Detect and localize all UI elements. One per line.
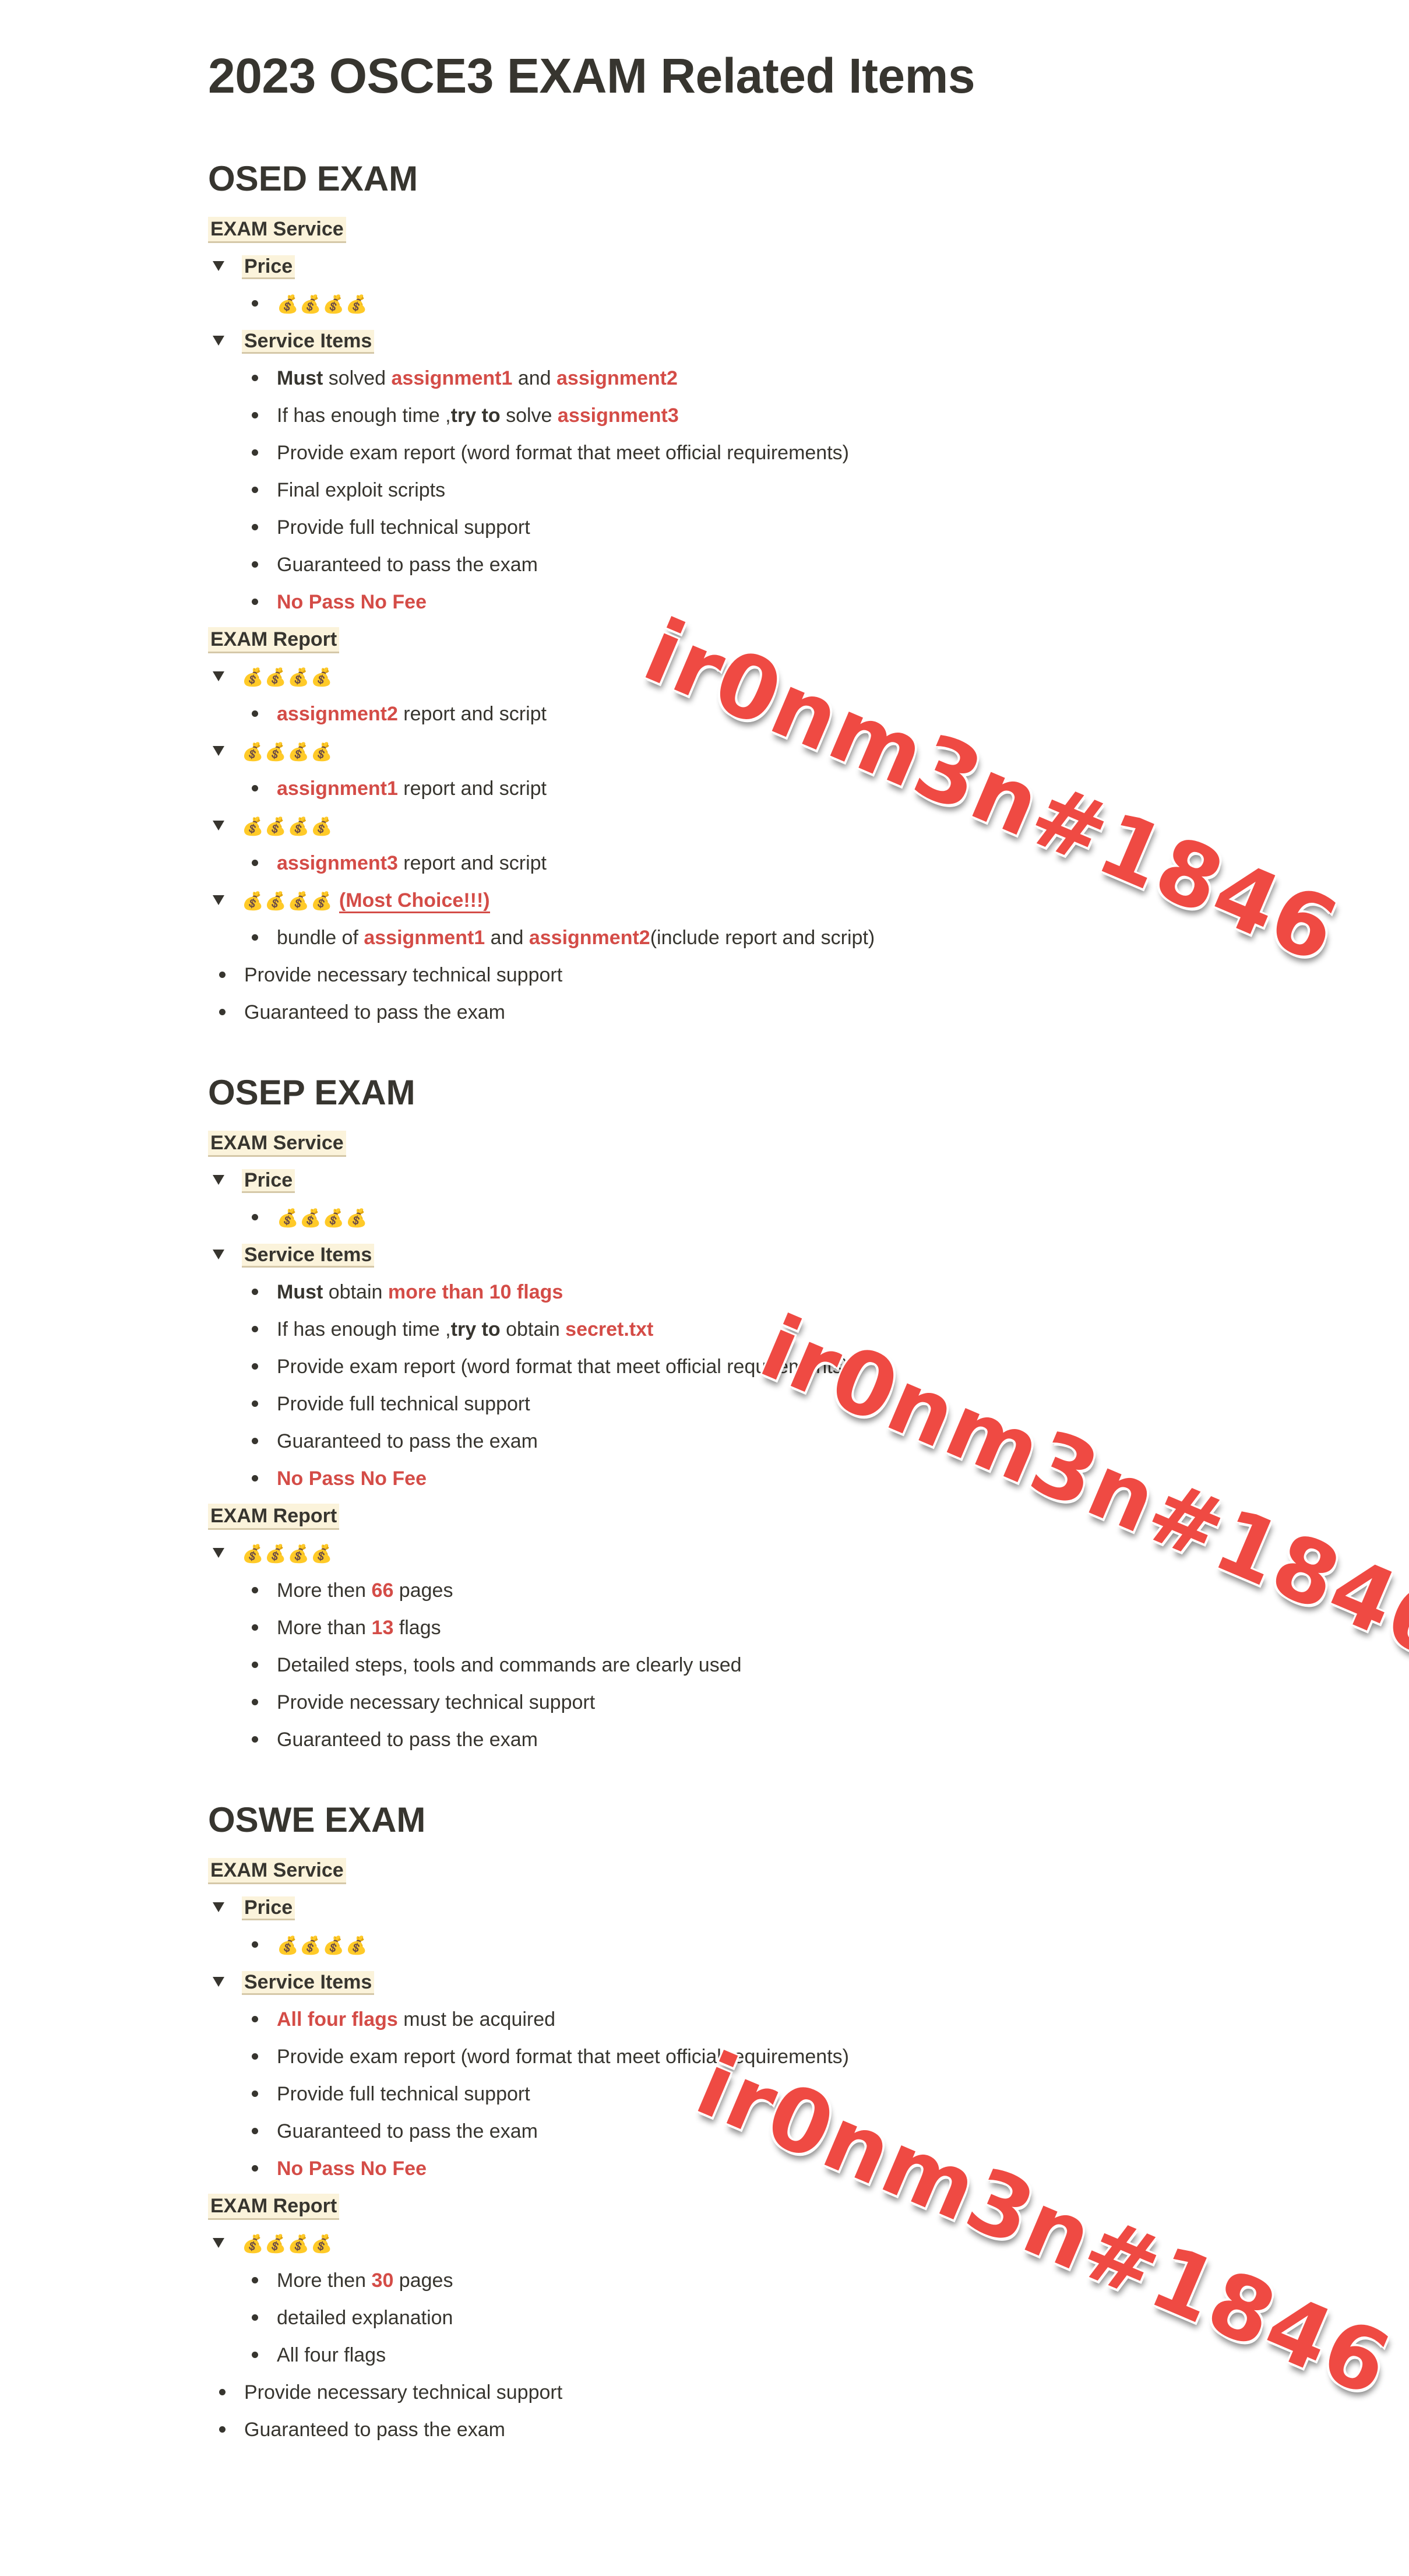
oswe-service-items-toggle[interactable]: Service Items	[213, 1970, 375, 1995]
osed-heading: OSED EXAM	[208, 159, 418, 198]
money-bag-icon: 💰💰💰💰	[277, 1209, 369, 1228]
list-item: 💰💰💰💰	[252, 1205, 368, 1231]
list-item: Provide full technical support	[252, 1392, 530, 1416]
list-item: assignment3 report and script	[252, 851, 547, 875]
osed-exam-service-tag: EXAM Service	[208, 217, 346, 243]
osep-exam-report-tag: EXAM Report	[208, 1504, 340, 1530]
list-item: More then 66 pages	[252, 1578, 453, 1603]
toggle-triangle-icon[interactable]	[213, 671, 224, 681]
list-item: detailed explanation	[252, 2306, 453, 2330]
money-bag-icon: 💰💰💰💰	[242, 668, 334, 687]
money-bag-icon: 💰💰💰💰	[242, 742, 334, 762]
toggle-triangle-icon[interactable]	[213, 1249, 224, 1259]
list-item: More then 30 pages	[252, 2268, 453, 2293]
list-item: All four flags	[252, 2343, 386, 2367]
toggle-triangle-icon[interactable]	[213, 2237, 224, 2248]
list-item: Detailed steps, tools and commands are c…	[252, 1653, 742, 1677]
toggle-triangle-icon[interactable]	[213, 1174, 224, 1185]
money-bag-icon: 💰💰💰💰	[242, 2234, 334, 2254]
osed-service-items-toggle[interactable]: Service Items	[213, 329, 375, 354]
most-choice-label: (Most Choice!!!)	[339, 889, 490, 913]
osep-heading: OSEP EXAM	[208, 1073, 415, 1112]
list-item: Provide full technical support	[252, 2082, 530, 2106]
osed-report-option-2-toggle[interactable]: 💰💰💰💰	[213, 739, 333, 765]
oswe-price-label: Price	[242, 1896, 295, 1920]
list-item: All four flags must be acquired	[252, 2007, 555, 2032]
toggle-triangle-icon[interactable]	[213, 745, 224, 756]
list-item: Provide full technical support	[252, 515, 530, 540]
document-page: 2023 OSCE3 EXAM Related Items OSED EXAM …	[0, 0, 1409, 2576]
list-item: Final exploit scripts	[252, 478, 445, 502]
osep-price-toggle[interactable]: Price	[213, 1168, 295, 1193]
list-item: Provide exam report (word format that me…	[252, 441, 849, 465]
list-item: Provide necessary technical support	[219, 2380, 562, 2405]
money-bag-icon: 💰💰💰💰	[242, 1544, 334, 1564]
list-item: Guaranteed to pass the exam	[219, 2417, 505, 2442]
toggle-triangle-icon[interactable]	[213, 261, 224, 271]
osed-service-items-label: Service Items	[242, 330, 375, 354]
list-item: If has enough time ,try to obtain secret…	[252, 1317, 653, 1342]
osep-service-items-label: Service Items	[242, 1244, 375, 1268]
list-item: Must obtain more than 10 flags	[252, 1280, 563, 1304]
oswe-service-items-label: Service Items	[242, 1971, 375, 1995]
oswe-report-option-toggle[interactable]: 💰💰💰💰	[213, 2231, 333, 2257]
oswe-price-toggle[interactable]: Price	[213, 1895, 295, 1920]
list-item: No Pass No Fee	[252, 1466, 427, 1491]
money-bag-icon: 💰💰💰💰	[277, 1936, 369, 1955]
money-bag-icon: 💰💰💰💰	[242, 817, 334, 836]
list-item: Guaranteed to pass the exam	[252, 1727, 538, 1752]
osep-report-option-toggle[interactable]: 💰💰💰💰	[213, 1541, 333, 1567]
toggle-triangle-icon[interactable]	[213, 895, 224, 905]
list-item: 💰💰💰💰	[252, 291, 368, 317]
list-item: assignment2 report and script	[252, 702, 547, 726]
oswe-heading: OSWE EXAM	[208, 1800, 426, 1839]
money-bag-icon: 💰💰💰💰	[277, 295, 369, 314]
list-item: assignment1 report and script	[252, 776, 547, 801]
osep-price-label: Price	[242, 1169, 295, 1193]
osep-service-items-toggle[interactable]: Service Items	[213, 1243, 375, 1268]
osep-exam-service-tag: EXAM Service	[208, 1131, 346, 1157]
list-item: No Pass No Fee	[252, 590, 427, 614]
list-item: Provide necessary technical support	[252, 1690, 595, 1715]
toggle-triangle-icon[interactable]	[213, 1902, 224, 1912]
list-item: Guaranteed to pass the exam	[252, 552, 538, 577]
list-item: If has enough time ,try to solve assignm…	[252, 403, 679, 428]
osed-price-toggle[interactable]: Price	[213, 254, 295, 279]
osed-report-option-1-toggle[interactable]: 💰💰💰💰	[213, 664, 333, 690]
list-item: Guaranteed to pass the exam	[219, 1000, 505, 1025]
toggle-triangle-icon[interactable]	[213, 820, 224, 830]
list-item: Guaranteed to pass the exam	[252, 1429, 538, 1454]
toggle-triangle-icon[interactable]	[213, 1976, 224, 1987]
list-item: Must solved assignment1 and assignment2	[252, 366, 678, 390]
osed-report-option-4-toggle[interactable]: 💰💰💰💰 (Most Choice!!!)	[213, 888, 490, 914]
osed-report-option-3-toggle[interactable]: 💰💰💰💰	[213, 814, 333, 839]
oswe-exam-report-tag: EXAM Report	[208, 2194, 340, 2220]
toggle-triangle-icon[interactable]	[213, 335, 224, 346]
osed-price-label: Price	[242, 255, 295, 279]
watermark: ir0nm3n#1846	[747, 1297, 1409, 1680]
oswe-exam-service-tag: EXAM Service	[208, 1858, 346, 1884]
list-item: More than 13 flags	[252, 1616, 441, 1640]
list-item: Provide necessary technical support	[219, 963, 562, 987]
page-title: 2023 OSCE3 EXAM Related Items	[208, 48, 975, 103]
watermark: ir0nm3n#1846	[683, 2034, 1405, 2417]
osed-exam-report-tag: EXAM Report	[208, 627, 340, 653]
list-item: bundle of assignment1 and assignment2(in…	[252, 925, 875, 950]
toggle-triangle-icon[interactable]	[213, 1547, 224, 1558]
money-bag-icon: 💰💰💰💰	[242, 892, 334, 911]
list-item: No Pass No Fee	[252, 2156, 427, 2181]
list-item: Guaranteed to pass the exam	[252, 2119, 538, 2144]
list-item: 💰💰💰💰	[252, 1933, 368, 1958]
